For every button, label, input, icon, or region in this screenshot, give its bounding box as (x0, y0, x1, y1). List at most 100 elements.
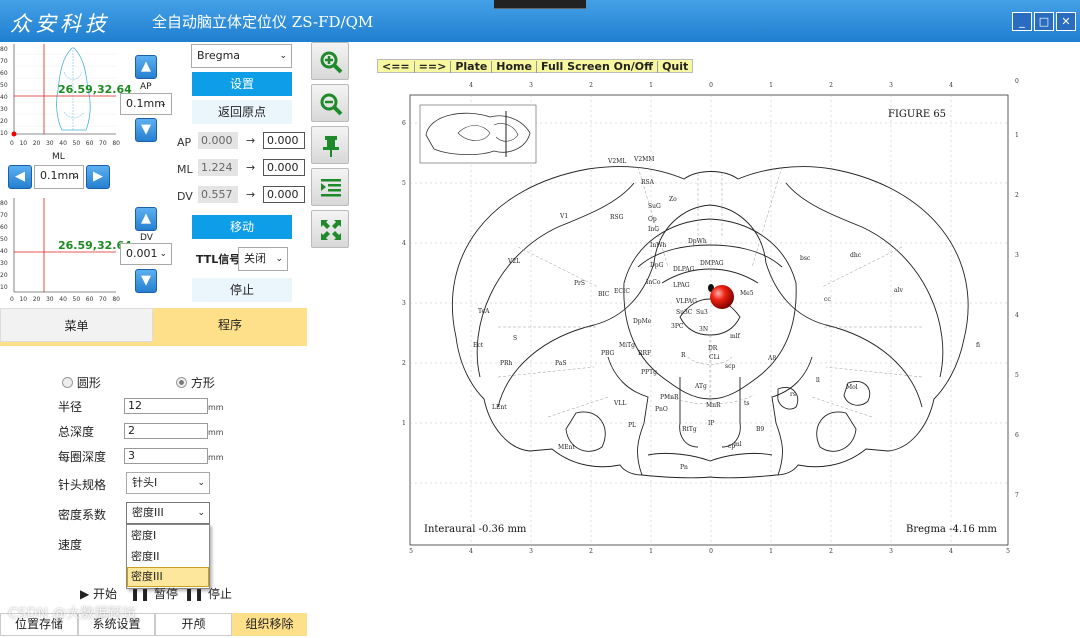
ap-target-input[interactable]: 0.000 (263, 132, 305, 149)
atlas-right-ticks: 0 1 2 3 4 5 6 7 (1015, 78, 1019, 499)
svg-text:cp: cp (728, 443, 735, 450)
density-option-1[interactable]: 密度I (127, 525, 209, 546)
ml-right-button[interactable]: ▶ (86, 165, 110, 189)
coord-label-ap: AP (177, 136, 192, 149)
svg-text:3PC: 3PC (671, 323, 684, 330)
close-button[interactable]: ✕ (1056, 12, 1076, 31)
shape-circle-radio[interactable]: 圆形 (62, 374, 101, 391)
coord-label-dv: DV (177, 190, 193, 203)
start-button[interactable]: ▶ 开始 (80, 585, 117, 602)
dv-step-value: 0.001 (126, 247, 158, 260)
svg-text:MiTg: MiTg (619, 342, 635, 349)
expand-icon (321, 220, 341, 240)
dv-target-input[interactable]: 0.000 (263, 186, 305, 203)
prev-plate-button[interactable]: <== (378, 61, 415, 73)
svg-text:PnO: PnO (655, 406, 668, 413)
density-select[interactable]: 密度III ⌄ (126, 502, 210, 524)
reference-select[interactable]: Bregma ⌄ (191, 44, 292, 68)
ttl-label: TTL信号 (196, 253, 241, 266)
stop-program-button[interactable]: ❚❚ 停止 (184, 585, 232, 602)
ap-label: AP (140, 82, 152, 92)
tab-underline (0, 342, 307, 346)
next-plate-button[interactable]: ==> (415, 61, 452, 73)
ml-step-select[interactable]: 0.1mm ⌄ (34, 165, 84, 189)
dv-down-button[interactable]: ▼ (135, 269, 157, 293)
ap-down-button[interactable]: ▼ (135, 118, 157, 142)
tab-menu[interactable]: 菜单 (0, 308, 153, 342)
figure-label: FIGURE 65 (888, 109, 946, 120)
density-option-2[interactable]: 密度II (127, 546, 209, 567)
atlas-bottom-tick: 3 (889, 548, 893, 555)
svg-text:V2ML: V2ML (607, 158, 626, 165)
svg-text:ECIC: ECIC (614, 288, 630, 295)
svg-text:InG: InG (648, 226, 659, 233)
ml-left-button[interactable]: ◀ (8, 165, 32, 189)
svg-text:RSG: RSG (610, 214, 624, 221)
plot-axes (11, 44, 116, 137)
radius-input[interactable]: 12 (124, 398, 208, 414)
svg-text:IP: IP (708, 420, 714, 427)
ap-up-button[interactable]: ▲ (135, 55, 157, 79)
tab-tissue-removal[interactable]: 组织移除 (232, 613, 307, 636)
stop-button[interactable]: 停止 (192, 278, 292, 302)
atlas-right-tick: 3 (1015, 252, 1019, 259)
svg-text:MEnt: MEnt (558, 444, 575, 451)
per-depth-label: 每圈深度 (58, 450, 107, 464)
atlas-top-tick: 2 (829, 82, 833, 89)
list-indent-button[interactable] (311, 168, 349, 206)
svg-text:MnR: MnR (706, 402, 721, 409)
dv-up-button[interactable]: ▲ (135, 207, 157, 231)
svg-text:BIC: BIC (598, 291, 610, 298)
per-depth-input[interactable]: 3 (124, 448, 208, 464)
pause-button[interactable]: ❚❚ 暂停 (130, 585, 178, 602)
shape-square-radio[interactable]: 方形 (176, 374, 215, 391)
atlas-right-tick: 2 (1015, 192, 1019, 199)
svg-text:Me5: Me5 (740, 290, 754, 297)
ml-position-plot[interactable]: 80 70 60 50 40 30 20 10 0 10 20 30 40 50 60 70 80 26.59… (0, 42, 132, 152)
svg-text:CLi: CLi (709, 354, 720, 361)
return-origin-button[interactable]: 返回原点 (192, 100, 292, 124)
zoom-in-icon (320, 51, 343, 74)
svg-text:dhc: dhc (850, 252, 862, 259)
move-button[interactable]: 移动 (192, 215, 292, 239)
brain-atlas-figure[interactable]: 4 3 2 1 0 1 2 3 4 5 4 3 2 1 0 1 2 3 4 5 6 5 4 3 2 1 0 1 2 3 4 5 6 7 FI… (398, 77, 1028, 555)
tab-craniotomy[interactable]: 开颅 (155, 613, 232, 636)
fullscreen-button[interactable] (311, 210, 349, 248)
dv-step-select[interactable]: 0.001 ⌄ (120, 243, 172, 265)
set-button[interactable]: 设置 (192, 72, 292, 96)
plate-button[interactable]: Plate (451, 61, 493, 73)
chevron-down-icon: ⌄ (279, 51, 287, 61)
home-button[interactable]: Home (492, 61, 537, 73)
density-dropdown: 密度I 密度II 密度III (126, 524, 210, 589)
ttl-select[interactable]: 关闭 ⌄ (238, 247, 288, 271)
maximize-button[interactable]: □ (1034, 12, 1054, 31)
total-depth-input[interactable]: 2 (124, 423, 208, 439)
density-option-3[interactable]: 密度III (127, 567, 209, 587)
atlas-right-tick: 7 (1015, 492, 1019, 499)
density-label: 密度系数 (58, 508, 107, 522)
zoom-in-button[interactable] (311, 42, 349, 80)
svg-text:RRF: RRF (638, 350, 651, 357)
shape-circle-label: 圆形 (76, 376, 101, 390)
dv-position-plot[interactable]: 80 70 60 50 40 30 20 10 0 10 20 30 40 50 60 70 80 26.59… (0, 196, 132, 306)
svg-text:RtTg: RtTg (682, 426, 697, 433)
atlas-bottom-tick: 5 (1006, 548, 1010, 555)
svg-text:fi: fi (976, 342, 980, 349)
fullscreen-toggle-button[interactable]: Full Screen On/Off (537, 61, 659, 73)
radio-selected-icon (176, 377, 187, 388)
zoom-out-button[interactable] (311, 84, 349, 122)
atlas-nav-bar: <== ==> Plate Home Full Screen On/Off Quit (377, 59, 694, 73)
needle-select[interactable]: 针头I ⌄ (126, 472, 210, 494)
minimize-button[interactable]: _ (1012, 12, 1032, 31)
ap-step-select[interactable]: 0.1mm ⌄ (120, 93, 172, 115)
svg-text:DpWh: DpWh (688, 238, 707, 245)
svg-text:Su3C: Su3C (676, 309, 693, 316)
svg-text:mlf: mlf (730, 333, 741, 340)
tab-program[interactable]: 程序 (153, 308, 307, 342)
quit-button[interactable]: Quit (658, 61, 692, 73)
pin-button[interactable] (311, 126, 349, 164)
svg-text:R: R (681, 352, 686, 359)
atlas-top-tick: 1 (769, 82, 773, 89)
atlas-bottom-tick: 2 (589, 548, 593, 555)
ml-target-input[interactable]: 0.000 (263, 159, 305, 176)
